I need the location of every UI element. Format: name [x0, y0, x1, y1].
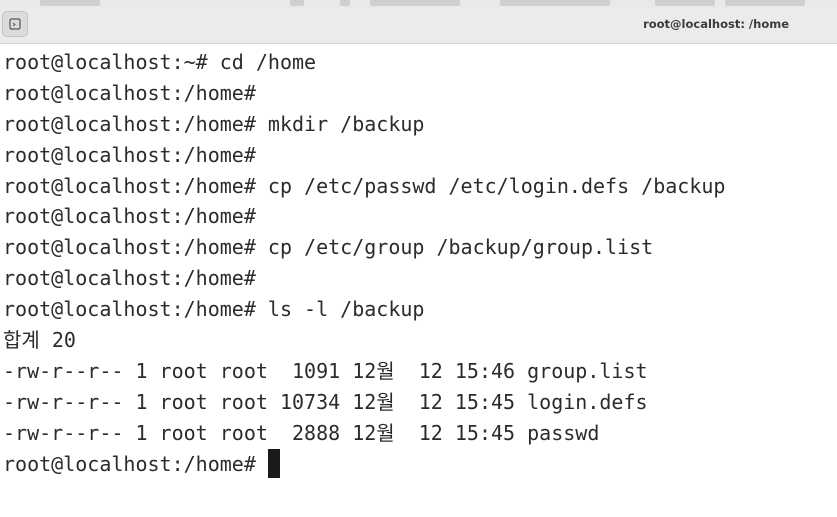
terminal-prompt-line[interactable]: root@localhost:/home# [3, 448, 837, 480]
terminal-line: root@localhost:~# cd /home [3, 50, 317, 74]
terminal-line: root@localhost:/home# mkdir /backup [3, 111, 425, 136]
terminal-prompt: root@localhost:/home# [3, 451, 268, 476]
terminal-output[interactable]: root@localhost:~# cd /home root@localhos… [0, 44, 837, 517]
terminal-line: 합계 20 [3, 328, 76, 353]
terminal-line: root@localhost:/home# [3, 204, 256, 229]
window-titlebar: root@localhost: /home [0, 8, 837, 44]
terminal-line: root@localhost:/home# [3, 80, 256, 105]
terminal-line: root@localhost:/home# ls -l /backup [3, 297, 425, 322]
terminal-line: -rw-r--r-- 1 root root 10734 12월 12 15:4… [3, 389, 648, 414]
new-tab-button[interactable] [2, 11, 28, 37]
terminal-line: root@localhost:/home# [3, 266, 256, 291]
terminal-cursor [267, 448, 280, 478]
terminal-line: root@localhost:/home# cp /etc/group /bac… [3, 235, 654, 260]
terminal-line: -rw-r--r-- 1 root root 1091 12월 12 15:46… [3, 358, 648, 383]
terminal-line: root@localhost:/home# cp /etc/passwd /et… [3, 173, 726, 198]
terminal-line: root@localhost:/home# [3, 142, 256, 167]
terminal-line: -rw-r--r-- 1 root root 2888 12월 12 15:45… [3, 420, 600, 445]
terminal-tab-icon [9, 18, 21, 30]
window-title: root@localhost: /home [643, 17, 789, 31]
